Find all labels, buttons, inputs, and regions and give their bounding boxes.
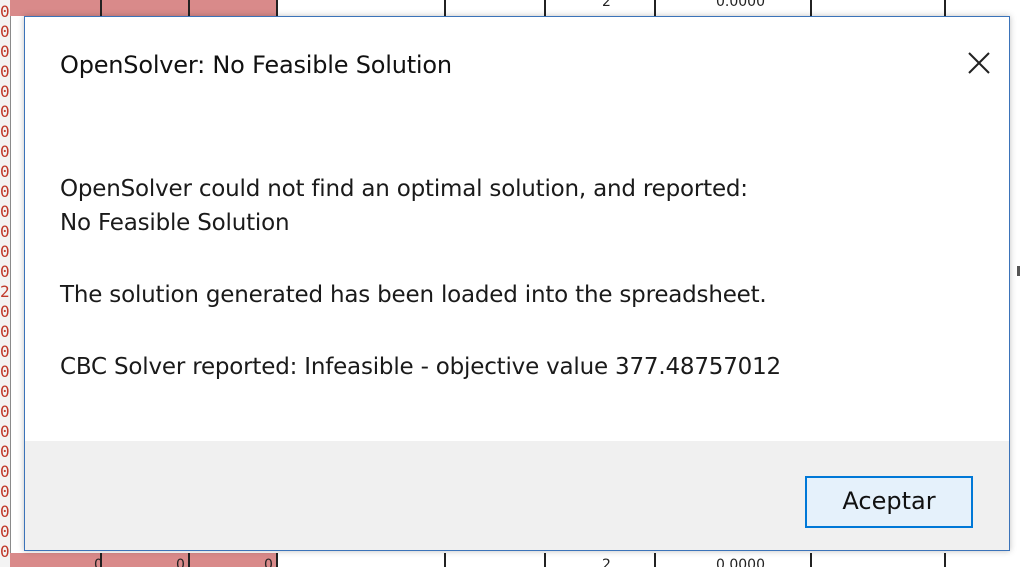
row-number: 0 xyxy=(0,62,10,81)
message-line: The solution generated has been loaded i… xyxy=(60,282,767,308)
column-divider xyxy=(100,0,102,16)
column-divider xyxy=(654,553,656,567)
message-line: OpenSolver could not find an optimal sol… xyxy=(60,176,748,202)
screen: 0000000000000020000000000000 2 0.0000 0 … xyxy=(0,0,1023,567)
cell-value: 0 xyxy=(264,557,273,567)
spreadsheet-right-edge xyxy=(1013,16,1023,553)
row-number: 2 xyxy=(0,282,10,301)
row-number: 0 xyxy=(0,102,10,121)
row-number: 0 xyxy=(0,382,10,401)
cell-value: 2 xyxy=(602,557,611,567)
row-number-column: 0000000000000020000000000000 xyxy=(0,0,11,567)
column-divider xyxy=(544,0,546,16)
message-line: CBC Solver reported: Infeasible - object… xyxy=(60,354,781,380)
row-number: 0 xyxy=(0,2,10,21)
row-number: 0 xyxy=(0,442,10,461)
column-divider xyxy=(444,0,446,16)
row-number: 0 xyxy=(0,142,10,161)
close-button[interactable] xyxy=(963,47,995,79)
highlighted-cell xyxy=(10,553,278,567)
dialog-footer: Aceptar xyxy=(25,441,1009,550)
row-number: 0 xyxy=(0,302,10,321)
row-number: 0 xyxy=(0,182,10,201)
column-divider xyxy=(444,553,446,567)
cell-value: 0.0000 xyxy=(716,0,765,10)
row-number: 0 xyxy=(0,342,10,361)
row-number: 0 xyxy=(0,402,10,421)
cell-value: 0.0000 xyxy=(716,557,765,567)
column-divider xyxy=(944,0,946,16)
spreadsheet-top-row: 2 0.0000 xyxy=(10,0,1023,16)
row-number: 0 xyxy=(0,122,10,141)
column-divider xyxy=(188,553,190,567)
opensolver-dialog: OpenSolver: No Feasible Solution OpenSol… xyxy=(24,16,1010,551)
column-divider xyxy=(544,553,546,567)
row-number: 0 xyxy=(0,22,10,41)
column-divider xyxy=(944,553,946,567)
cell-value: 0 xyxy=(94,557,103,567)
row-number: 0 xyxy=(0,482,10,501)
row-number: 0 xyxy=(0,362,10,381)
spreadsheet-bottom-row: 0 0 0 2 0.0000 xyxy=(10,553,1023,567)
column-divider xyxy=(810,553,812,567)
row-number: 0 xyxy=(0,422,10,441)
aceptar-button[interactable]: Aceptar xyxy=(805,476,973,528)
row-number: 0 xyxy=(0,162,10,181)
row-number: 0 xyxy=(0,42,10,61)
column-divider xyxy=(188,0,190,16)
column-divider xyxy=(276,0,278,16)
row-number: 0 xyxy=(0,202,10,221)
row-number: 0 xyxy=(0,502,10,521)
row-number: 0 xyxy=(0,242,10,261)
row-number: 0 xyxy=(0,462,10,481)
highlighted-cell xyxy=(10,0,278,16)
row-number: 0 xyxy=(0,82,10,101)
row-number: 0 xyxy=(0,222,10,241)
column-divider xyxy=(654,0,656,16)
row-number: 0 xyxy=(0,522,10,541)
message-line: No Feasible Solution xyxy=(60,210,290,236)
close-icon xyxy=(968,52,990,74)
row-number: 0 xyxy=(0,322,10,341)
cell-value: 2 xyxy=(602,0,611,10)
column-divider xyxy=(276,553,278,567)
row-number: 0 xyxy=(0,262,10,281)
dialog-title: OpenSolver: No Feasible Solution xyxy=(60,51,452,79)
row-number: 0 xyxy=(0,542,10,561)
cell-value: 0 xyxy=(176,557,185,567)
column-divider xyxy=(810,0,812,16)
